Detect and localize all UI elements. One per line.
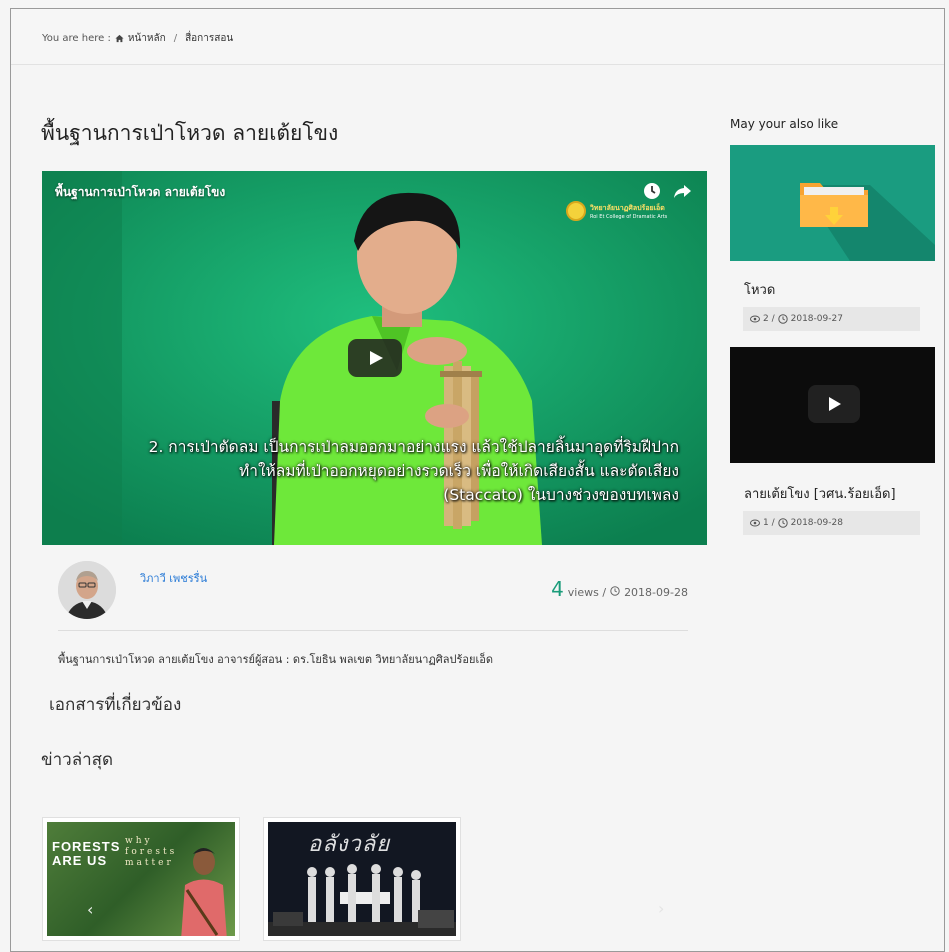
related-video-thumbnail[interactable] [730,145,935,261]
news-stage-image [268,864,456,936]
college-name-en: Roi Et College of Dramatic Arts [590,213,668,220]
news-thumbnail-subtitle: why forests matter [125,836,178,868]
breadcrumb: You are here : หน้าหลัก / สื่อการสอน [42,31,233,46]
page-title: พื้นฐานการเป่าโหวด ลายเต้ยโขง [41,121,339,145]
carousel-next-icon[interactable]: › [658,899,664,918]
video-subtitle: 2. การเป่าตัดลม เป็นการเป่าลมออกมาอย่างแ… [149,435,679,507]
sidebar-title: May your also like [730,117,839,131]
breadcrumb-prefix: You are here : [42,33,111,44]
college-logo: วิทยาลัยนาฏศิลปร้อยเอ็ด Roi Et College o… [566,201,667,221]
article-description: พื้นฐานการเป่าโหวด ลายเต้ยโขง อาจารย์ผู้… [58,653,493,666]
breadcrumb-current[interactable]: สื่อการสอน [185,31,233,46]
related-video-title[interactable]: ลายเต้ยโขง [วศน.ร้อยเอ็ด] [744,483,896,504]
news-card[interactable]: FORESTS ARE US why forests matter ‹ [42,817,240,941]
eye-icon [750,315,760,323]
views-info: 4 views / 2018-09-28 [551,577,688,601]
author-row: วิภาวี เพชรรื่น 4 views / 2018-09-28 [58,561,688,631]
author-name[interactable]: วิภาวี เพชรรื่น [140,569,207,587]
subtitle-line: 2. การเป่าตัดลม เป็นการเป่าลมออกมาอย่างแ… [148,438,679,456]
avatar-image [58,561,116,619]
related-video-date: 2018-09-28 [790,518,843,528]
subtitle-line: ทำให้ลมที่เป่าออกหยุดอย่างรวดเร็ว เพื่อใ… [239,462,679,480]
clock-icon [610,586,620,596]
college-seal-icon [566,201,586,221]
college-name-th: วิทยาลัยนาฏศิลปร้อยเอ็ด [590,203,665,212]
news-person-image [181,848,227,936]
video-player[interactable]: พื้นฐานการเป่าโหวด ลายเต้ยโขง วิทยาลัยนา… [42,171,707,545]
publish-date: 2018-09-28 [624,586,688,599]
folder-download-icon [730,145,935,261]
related-documents-heading: เอกสารที่เกี่ยวข้อง [49,695,182,715]
related-video-thumbnail[interactable] [730,347,935,463]
play-button[interactable] [348,339,402,377]
related-video-date: 2018-09-27 [790,314,843,324]
watch-later-icon[interactable] [642,181,662,201]
news-thumbnail: FORESTS ARE US why forests matter ‹ [47,822,235,936]
play-button[interactable] [808,385,860,423]
breadcrumb-bar: You are here : หน้าหลัก / สื่อการสอน [11,9,944,65]
news-card[interactable]: อลังวลัย [263,817,461,941]
related-video-meta: 2 / 2018-09-27 [743,307,920,331]
news-thumbnail-title: FORESTS ARE US [52,839,121,868]
breadcrumb-home-link[interactable]: หน้าหลัก [128,31,166,46]
views-count: 4 [551,577,564,601]
breadcrumb-separator: / [173,33,178,44]
news-thumbnail: อลังวลัย [268,822,456,936]
related-video-views: 1 / [763,518,775,528]
eye-icon [750,519,760,527]
avatar[interactable] [58,561,116,619]
views-label: views / [567,586,607,599]
share-icon[interactable] [672,181,692,201]
clock-icon [777,518,788,528]
latest-news-heading: ข่าวล่าสุด [41,750,114,770]
carousel-prev-icon[interactable]: ‹ [87,900,93,919]
subtitle-line: (Staccato) ในบางช่วงของบทเพลง [443,486,679,504]
page-frame: You are here : หน้าหลัก / สื่อการสอน พื้… [10,8,945,952]
related-video-meta: 1 / 2018-09-28 [743,511,920,535]
related-video-title[interactable]: โหวด [744,279,775,300]
video-title: พื้นฐานการเป่าโหวด ลายเต้ยโขง [55,185,226,199]
related-video-views: 2 / [763,314,775,324]
clock-icon [777,314,788,324]
home-icon [115,34,124,43]
